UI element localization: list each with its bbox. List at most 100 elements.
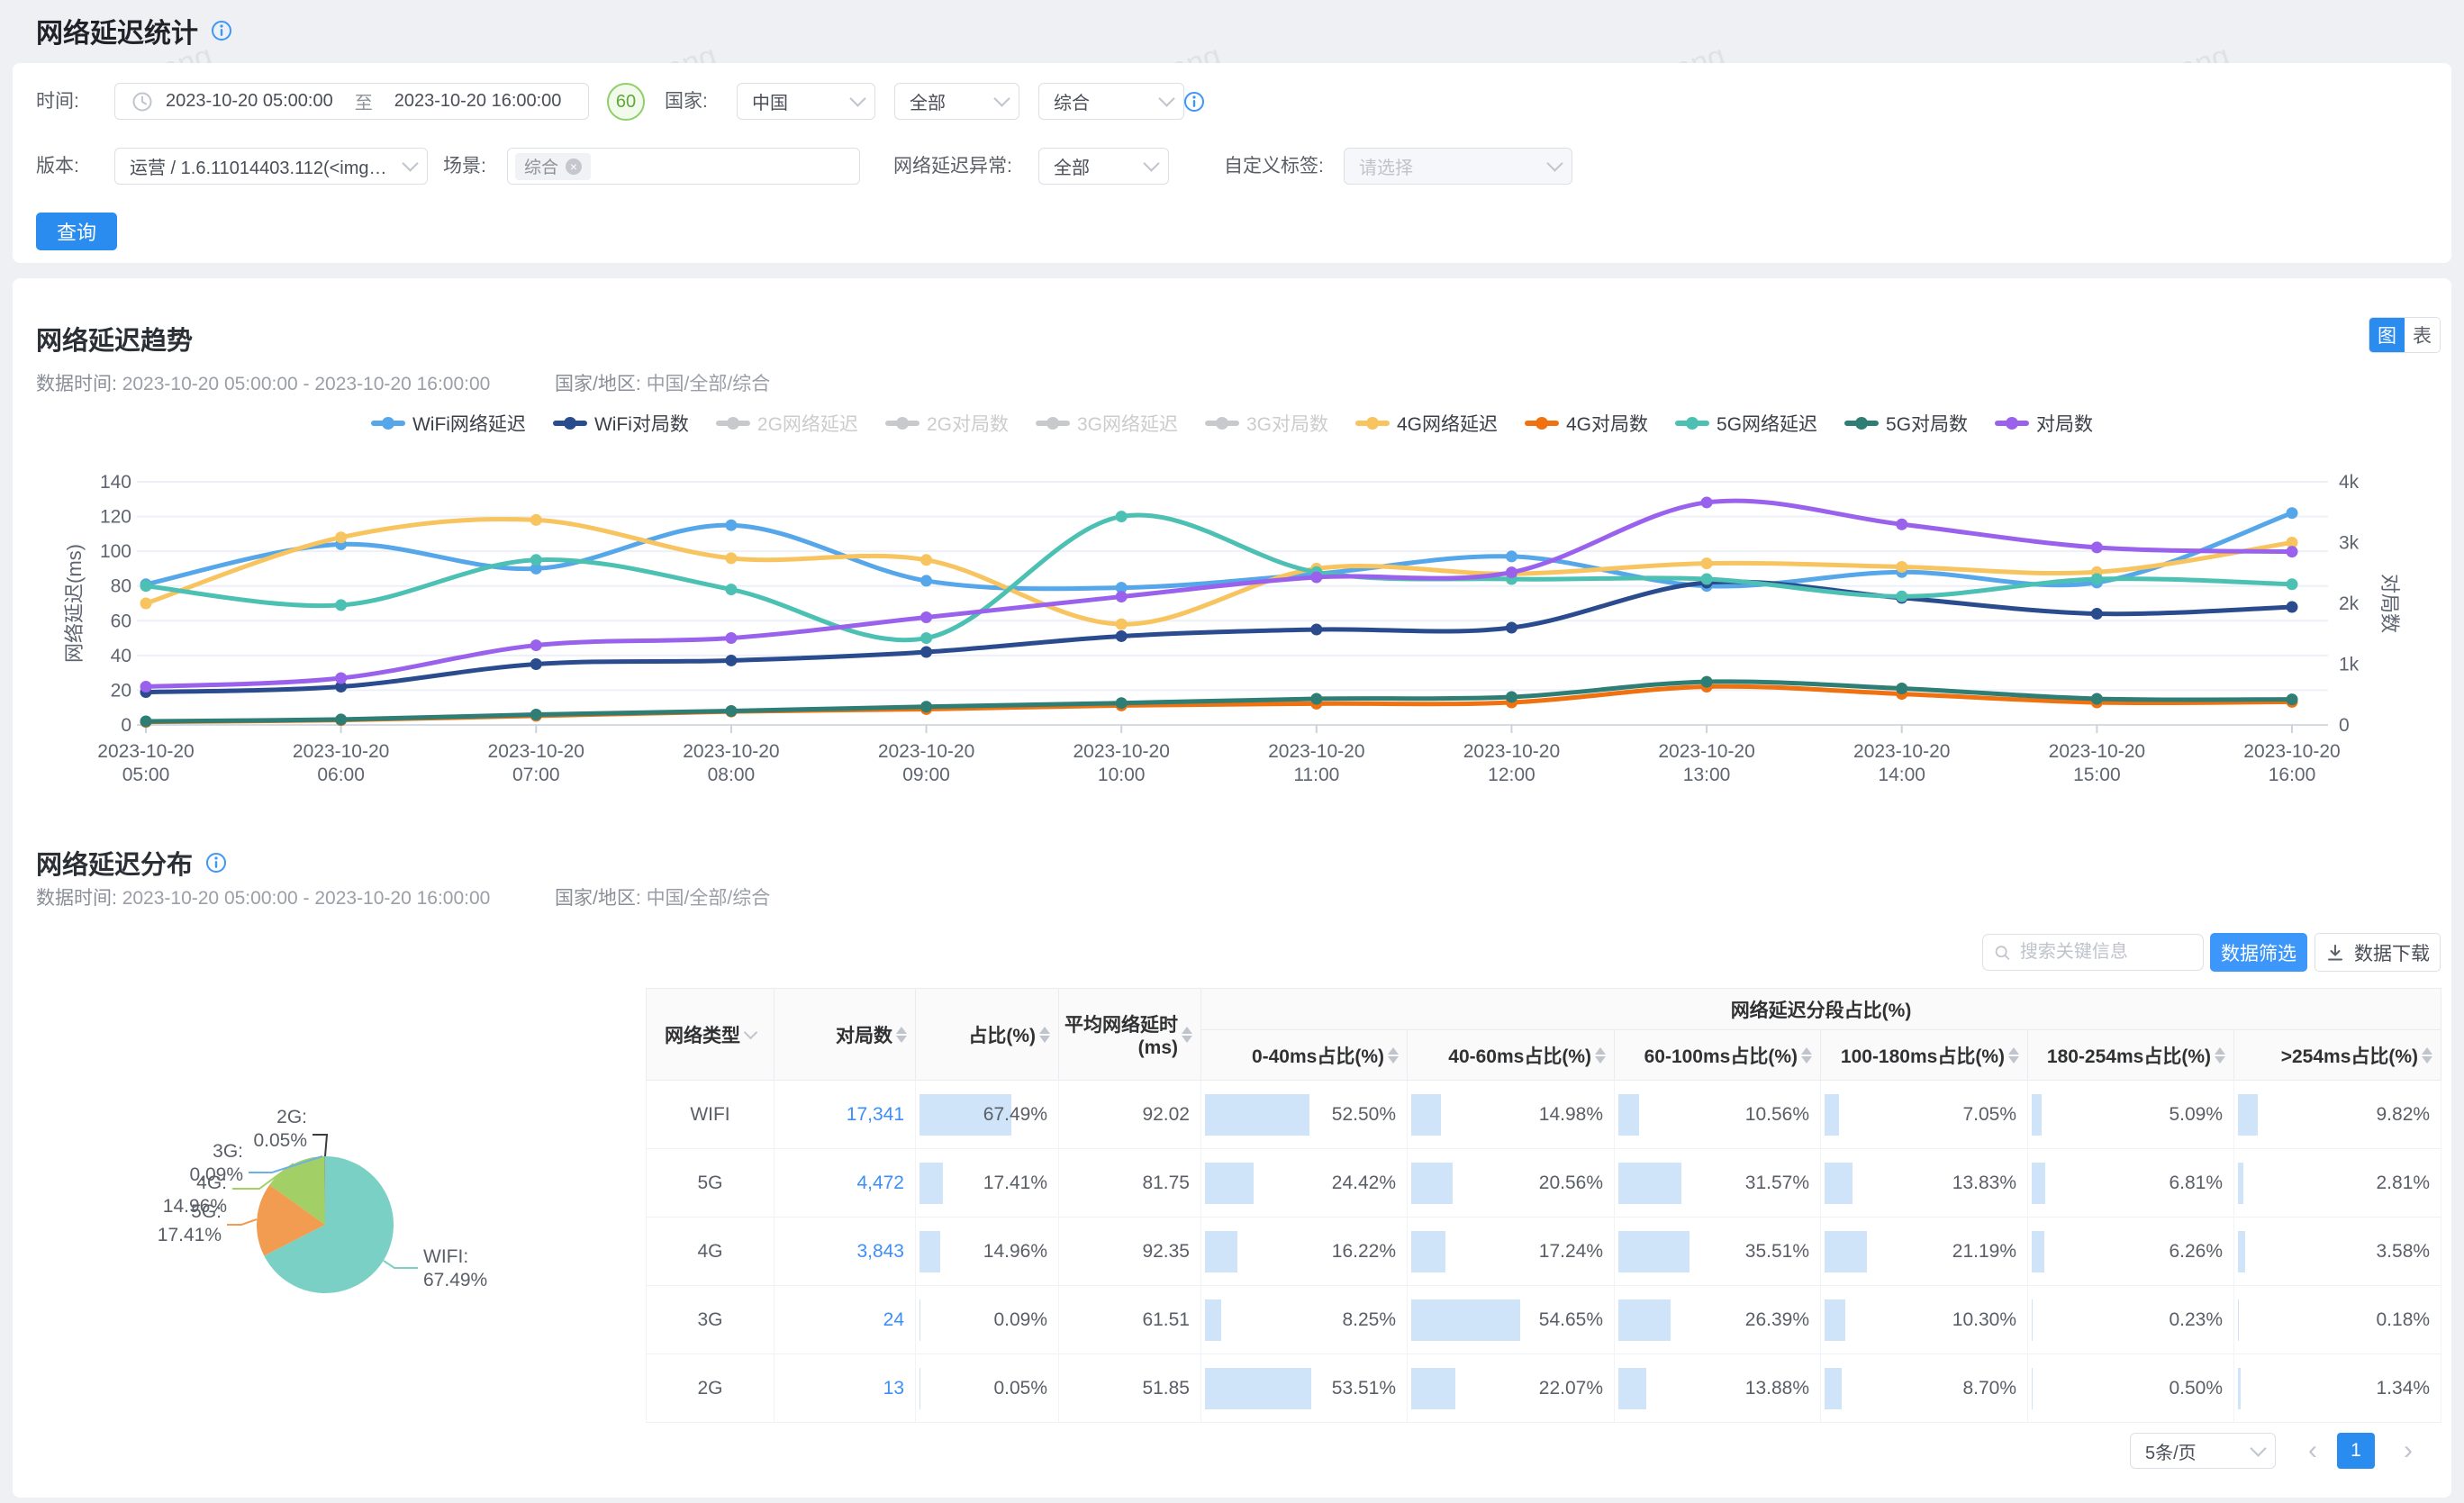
data-point-5G对局数[interactable] xyxy=(1506,691,1517,702)
data-point-WiFi网络延迟[interactable] xyxy=(2287,507,2298,519)
time-end-value[interactable]: 2023-10-20 16:00:00 xyxy=(394,91,562,112)
series-line-5G对局数[interactable] xyxy=(146,682,2292,721)
sort-icon[interactable] xyxy=(1039,1027,1050,1043)
data-point-5G对局数[interactable] xyxy=(1116,697,1128,709)
page-size-select[interactable]: 5条/页 xyxy=(2130,1433,2276,1469)
data-point-对局数[interactable] xyxy=(2287,546,2298,557)
column-header-4[interactable]: 0-40ms占比(%) xyxy=(1201,1030,1408,1081)
data-point-5G网络延迟[interactable] xyxy=(2091,574,2103,585)
pagination-next-button[interactable]: › xyxy=(2390,1433,2426,1469)
distribution-info-icon[interactable] xyxy=(205,852,227,874)
data-point-WiFi网络延迟[interactable] xyxy=(920,575,932,586)
pagination-prev-button[interactable]: ‹ xyxy=(2295,1433,2331,1469)
data-point-5G对局数[interactable] xyxy=(335,713,347,725)
data-point-5G对局数[interactable] xyxy=(725,705,737,717)
sort-icon[interactable] xyxy=(1801,1047,1812,1064)
toggle-chart-view[interactable]: 图 xyxy=(2369,318,2405,352)
info-icon[interactable] xyxy=(211,20,232,41)
anomaly-info-icon[interactable] xyxy=(1183,91,1205,113)
data-point-5G网络延迟[interactable] xyxy=(530,554,542,566)
data-point-WiFi对局数[interactable] xyxy=(530,658,542,670)
data-point-4G网络延迟[interactable] xyxy=(1896,561,1907,573)
time-range-input[interactable]: 2023-10-20 05:00:00 至 2023-10-20 16:00:0… xyxy=(114,83,589,120)
data-point-WiFi对局数[interactable] xyxy=(920,647,932,658)
data-filter-button[interactable]: 数据筛选 xyxy=(2210,933,2307,972)
sort-icon[interactable] xyxy=(2008,1047,2019,1064)
data-point-4G网络延迟[interactable] xyxy=(920,554,932,566)
match-count-link[interactable]: 3,843 xyxy=(856,1241,904,1262)
data-point-WiFi对局数[interactable] xyxy=(2287,602,2298,613)
data-point-对局数[interactable] xyxy=(1701,496,1713,508)
data-point-5G网络延迟[interactable] xyxy=(1701,574,1713,585)
data-point-对局数[interactable] xyxy=(920,611,932,623)
trend-line-chart[interactable]: 02040608010012014001k2k3k4k2023-10-2005:… xyxy=(36,396,2432,783)
sort-icon[interactable] xyxy=(2215,1047,2225,1064)
query-button[interactable]: 查询 xyxy=(36,213,117,250)
country-select[interactable]: 中国 xyxy=(737,83,875,120)
data-point-5G网络延迟[interactable] xyxy=(335,599,347,611)
sort-icon[interactable] xyxy=(2422,1047,2432,1064)
data-point-WiFi网络延迟[interactable] xyxy=(1506,550,1517,562)
data-point-5G网络延迟[interactable] xyxy=(1896,591,1907,602)
tag-close-icon[interactable]: × xyxy=(566,158,582,175)
type-select[interactable]: 综合 xyxy=(1038,83,1184,120)
data-point-对局数[interactable] xyxy=(2091,541,2103,553)
sort-icon[interactable] xyxy=(1182,1027,1192,1043)
network-type-pie-chart[interactable]: WIFI:67.49%5G:17.41%4G:14.96%3G:0.09%2G:… xyxy=(36,1036,648,1414)
column-header-0[interactable]: 网络类型 xyxy=(647,989,775,1081)
data-point-WiFi对局数[interactable] xyxy=(2091,608,2103,620)
data-point-WiFi对局数[interactable] xyxy=(1310,624,1322,636)
match-count-link[interactable]: 4,472 xyxy=(856,1173,904,1193)
data-point-对局数[interactable] xyxy=(1506,566,1517,578)
data-point-5G对局数[interactable] xyxy=(2091,693,2103,704)
data-point-对局数[interactable] xyxy=(725,632,737,644)
data-point-5G对局数[interactable] xyxy=(140,715,152,727)
data-point-5G对局数[interactable] xyxy=(1310,693,1322,704)
scene-input[interactable]: 综合 × xyxy=(507,148,860,185)
data-point-对局数[interactable] xyxy=(1116,591,1128,602)
data-point-5G网络延迟[interactable] xyxy=(2287,578,2298,590)
region-select[interactable]: 全部 xyxy=(894,83,1019,120)
data-point-WiFi对局数[interactable] xyxy=(1506,622,1517,634)
data-point-对局数[interactable] xyxy=(1896,519,1907,530)
data-point-对局数[interactable] xyxy=(530,639,542,651)
sort-icon[interactable] xyxy=(896,1027,907,1043)
data-point-5G网络延迟[interactable] xyxy=(1116,511,1128,522)
data-point-4G网络延迟[interactable] xyxy=(1116,619,1128,630)
data-point-5G网络延迟[interactable] xyxy=(920,632,932,644)
data-point-5G网络延迟[interactable] xyxy=(140,580,152,592)
data-point-4G网络延迟[interactable] xyxy=(725,552,737,564)
custom-tag-select[interactable]: 请选择 xyxy=(1344,148,1572,185)
data-point-对局数[interactable] xyxy=(140,681,152,693)
data-point-4G网络延迟[interactable] xyxy=(335,531,347,543)
anomaly-select[interactable]: 全部 xyxy=(1038,148,1169,185)
data-point-5G对局数[interactable] xyxy=(530,709,542,720)
toggle-table-view[interactable]: 表 xyxy=(2405,318,2440,352)
column-header-5[interactable]: 40-60ms占比(%) xyxy=(1408,1030,1615,1081)
match-count-link[interactable]: 17,341 xyxy=(847,1104,904,1125)
column-header-3[interactable]: 平均网络延时(ms) xyxy=(1059,989,1201,1081)
data-point-WiFi对局数[interactable] xyxy=(1116,630,1128,642)
column-header-8[interactable]: 180-254ms占比(%) xyxy=(2028,1030,2234,1081)
match-count-link[interactable]: 24 xyxy=(883,1309,904,1330)
column-header-2[interactable]: 占比(%) xyxy=(916,989,1059,1081)
data-point-WiFi对局数[interactable] xyxy=(725,655,737,666)
data-point-5G对局数[interactable] xyxy=(920,701,932,712)
data-point-5G网络延迟[interactable] xyxy=(725,584,737,595)
data-point-4G网络延迟[interactable] xyxy=(140,598,152,610)
data-point-4G网络延迟[interactable] xyxy=(530,514,542,526)
match-count-link[interactable]: 13 xyxy=(883,1378,904,1399)
column-header-6[interactable]: 60-100ms占比(%) xyxy=(1615,1030,1821,1081)
version-select[interactable]: 运营 / 1.6.11014403.112(<img/sr... xyxy=(114,148,428,185)
data-point-5G对局数[interactable] xyxy=(1701,676,1713,688)
data-point-5G对局数[interactable] xyxy=(1896,683,1907,694)
data-point-WiFi网络延迟[interactable] xyxy=(725,520,737,531)
data-point-4G网络延迟[interactable] xyxy=(1701,557,1713,569)
pagination-page-1[interactable]: 1 xyxy=(2337,1433,2375,1469)
search-input[interactable] xyxy=(2018,941,2192,964)
sort-icon[interactable] xyxy=(1595,1047,1606,1064)
data-point-5G对局数[interactable] xyxy=(2287,693,2298,705)
data-download-button[interactable]: 数据下载 xyxy=(2315,933,2441,972)
sort-icon[interactable] xyxy=(1388,1047,1399,1064)
column-header-9[interactable]: >254ms占比(%) xyxy=(2234,1030,2441,1081)
